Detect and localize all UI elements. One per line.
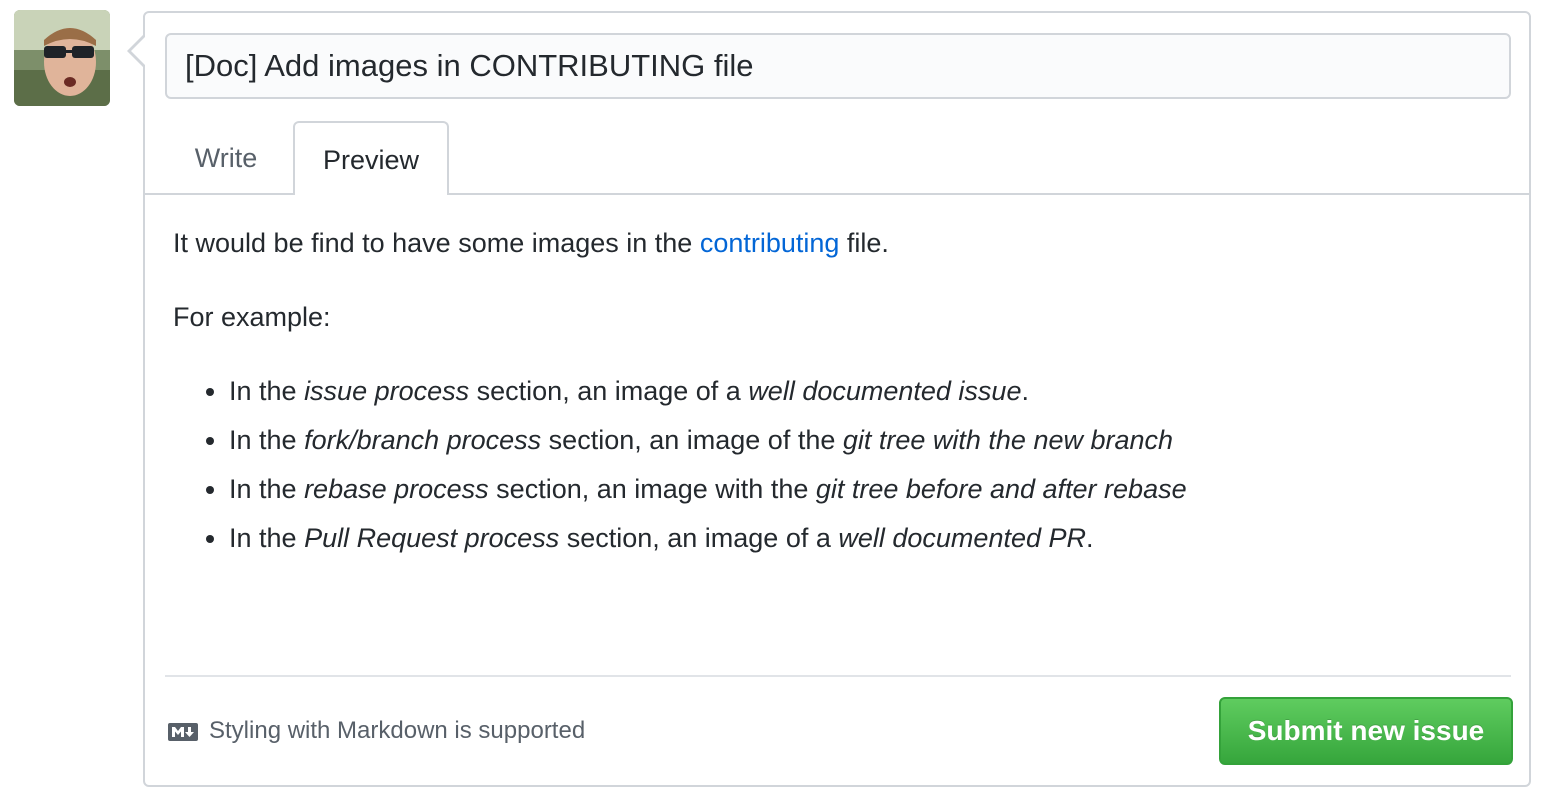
list-text: In the — [229, 376, 305, 406]
list-text: In the — [229, 523, 305, 553]
list-text: . — [1021, 376, 1029, 406]
list-emphasis: issue process — [304, 376, 470, 406]
list-emphasis: git tree with the new branch — [842, 425, 1174, 455]
list-emphasis: well documented PR — [838, 523, 1087, 553]
list-emphasis: rebase process — [304, 474, 489, 504]
list-emphasis: well documented issue — [748, 376, 1022, 406]
contributing-link[interactable]: contributing — [700, 228, 840, 258]
list-text: section, an image of the — [541, 425, 843, 455]
tab-write[interactable]: Write — [165, 121, 287, 195]
list-emphasis: Pull Request process — [304, 523, 560, 553]
markdown-icon — [167, 721, 199, 741]
speech-caret-fill — [131, 37, 145, 65]
editor-tabs: Write Preview — [145, 121, 1529, 195]
footer-divider — [165, 675, 1511, 677]
preview-list: In the issue process section, an image o… — [173, 373, 1503, 556]
list-text: section, an image of a — [469, 376, 749, 406]
list-item: In the Pull Request process section, an … — [229, 520, 1503, 556]
new-issue-form: Write Preview It would be find to have s… — [127, 11, 1531, 787]
preview-paragraph: It would be find to have some images in … — [173, 225, 1503, 261]
list-item: In the rebase process section, an image … — [229, 471, 1503, 507]
list-emphasis: fork/branch process — [304, 425, 542, 455]
list-text: section, an image with the — [488, 474, 816, 504]
list-emphasis: git tree before and after rebase — [815, 474, 1187, 504]
list-text: . — [1086, 523, 1094, 553]
new-issue-page: Write Preview It would be find to have s… — [0, 0, 1546, 808]
avatar[interactable] — [14, 10, 110, 106]
list-item: In the fork/branch process section, an i… — [229, 422, 1503, 458]
markdown-hint-text: Styling with Markdown is supported — [209, 717, 586, 744]
preview-content: It would be find to have some images in … — [173, 225, 1503, 569]
preview-paragraph: For example: — [173, 302, 331, 332]
markdown-hint[interactable]: Styling with Markdown is supported — [167, 713, 585, 749]
list-text: section, an image of a — [559, 523, 839, 553]
list-text: In the — [229, 425, 305, 455]
submit-new-issue-button[interactable]: Submit new issue — [1219, 697, 1513, 765]
preview-text: It would be find to have some images in … — [173, 228, 700, 258]
list-text: In the — [229, 474, 305, 504]
preview-text: file. — [839, 228, 889, 258]
tab-preview[interactable]: Preview — [293, 121, 449, 195]
issue-title-input[interactable] — [165, 33, 1511, 99]
list-item: In the issue process section, an image o… — [229, 373, 1503, 409]
